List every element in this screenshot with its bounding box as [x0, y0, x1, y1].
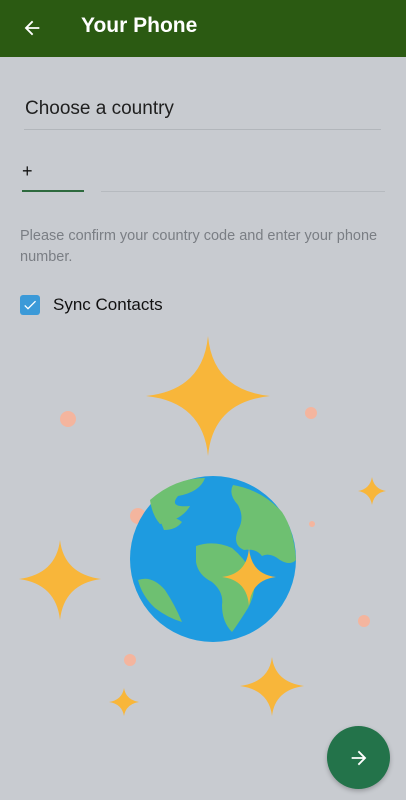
country-code-field[interactable]: + — [22, 158, 84, 192]
phone-number-field[interactable] — [101, 158, 385, 192]
decor-dot — [309, 521, 315, 527]
decor-dot — [358, 615, 370, 627]
star-icon — [146, 336, 270, 456]
back-button[interactable] — [12, 8, 52, 48]
country-selector[interactable]: Choose a country — [24, 94, 381, 130]
sync-contacts-checkbox[interactable] — [20, 295, 40, 315]
globe-illustration — [19, 336, 386, 716]
star-icon — [358, 477, 386, 505]
country-code-prefix: + — [22, 161, 33, 181]
arrow-left-icon — [24, 20, 40, 36]
checkmark-icon — [24, 300, 36, 310]
star-icon — [240, 657, 304, 716]
page-title: Your Phone — [81, 14, 198, 37]
arrow-right-icon — [351, 750, 366, 765]
hint-text: Please confirm your country code and ent… — [20, 228, 378, 265]
sync-contacts-label: Sync Contacts — [53, 295, 163, 314]
country-selector-label: Choose a country — [25, 98, 174, 119]
decor-dot — [60, 411, 76, 427]
star-icon — [19, 540, 101, 620]
next-button[interactable] — [327, 726, 390, 789]
decor-dot — [305, 407, 317, 419]
sync-contacts-option[interactable]: Sync Contacts — [20, 293, 163, 317]
star-icon — [109, 688, 139, 716]
decor-dot — [124, 654, 136, 666]
app-bar: Your Phone — [0, 0, 406, 57]
globe-icon — [130, 476, 296, 642]
